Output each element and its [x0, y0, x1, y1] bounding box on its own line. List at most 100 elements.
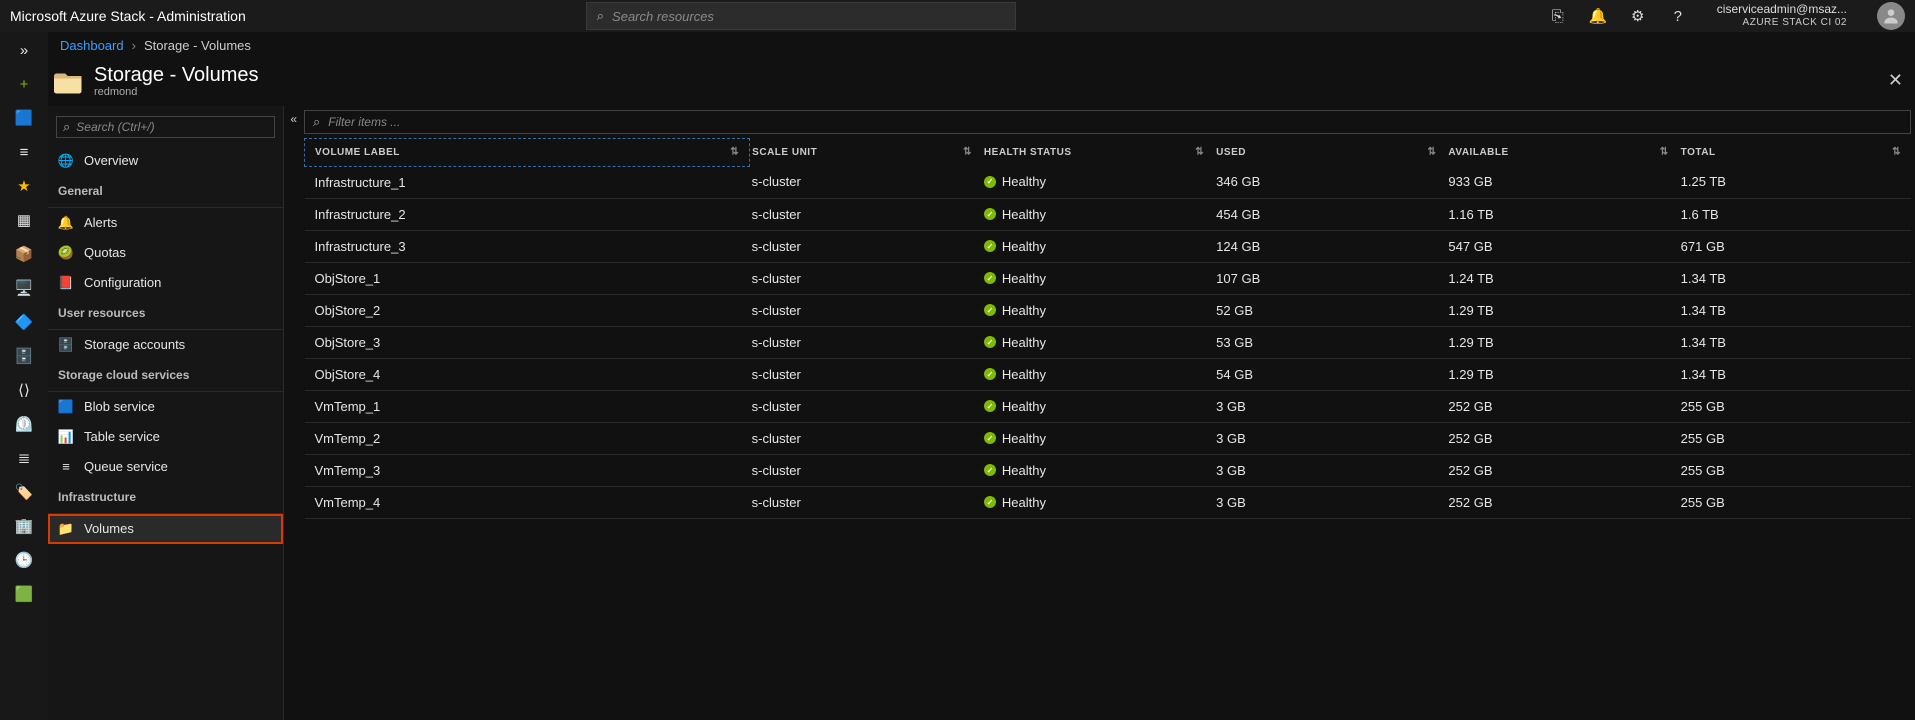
- nav-item-quotas[interactable]: 🥝Quotas: [48, 238, 283, 268]
- cell-scale-unit: s-cluster: [750, 326, 982, 358]
- cell-used: 52 GB: [1214, 294, 1446, 326]
- rail-icon-2[interactable]: 🟦: [12, 106, 36, 130]
- table-row[interactable]: VmTemp_2s-cluster✓Healthy3 GB252 GB255 G…: [305, 422, 1912, 454]
- table-row[interactable]: ObjStore_3s-cluster✓Healthy53 GB1.29 TB1…: [305, 326, 1912, 358]
- search-icon: ⌕: [63, 119, 70, 135]
- nav-item-icon: ≡: [58, 459, 74, 475]
- help-icon[interactable]: ?: [1669, 7, 1687, 25]
- nav-item-label: Table service: [84, 429, 160, 444]
- close-icon[interactable]: ✕: [1888, 70, 1903, 91]
- table-row[interactable]: Infrastructure_1s-cluster✓Healthy346 GB9…: [305, 166, 1912, 198]
- cell-total: 1.6 TB: [1679, 198, 1911, 230]
- table-row[interactable]: VmTemp_1s-cluster✓Healthy3 GB252 GB255 G…: [305, 390, 1912, 422]
- rail-icon-3[interactable]: ≡: [12, 140, 36, 164]
- nav-item-configuration[interactable]: 📕Configuration: [48, 268, 283, 298]
- healthy-icon: ✓: [984, 272, 996, 284]
- table-row[interactable]: VmTemp_3s-cluster✓Healthy3 GB252 GB255 G…: [305, 454, 1912, 486]
- account-info[interactable]: ciserviceadmin@msaz... AZURE STACK CI 02: [1717, 2, 1847, 30]
- global-search[interactable]: ⌕ Search resources: [586, 2, 1016, 30]
- sort-icon: ⇅: [1892, 147, 1901, 158]
- cell-available: 1.29 TB: [1446, 326, 1678, 358]
- col-used[interactable]: USED⇅: [1214, 138, 1446, 166]
- table-row[interactable]: ObjStore_2s-cluster✓Healthy52 GB1.29 TB1…: [305, 294, 1912, 326]
- col-total[interactable]: TOTAL⇅: [1679, 138, 1911, 166]
- blade-header: Storage - Volumes redmond ✕: [48, 60, 1915, 106]
- rail-icon-6[interactable]: 📦: [12, 242, 36, 266]
- table-row[interactable]: ObjStore_4s-cluster✓Healthy54 GB1.29 TB1…: [305, 358, 1912, 390]
- icon-rail: » + 🟦 ≡ ★ ▦ 📦 🖥️ 🔷 🗄️ ⟨⟩ ⏲️ ≣ 🏷️ 🏢 🕒 🟩: [0, 32, 48, 720]
- cell-scale-unit: s-cluster: [750, 422, 982, 454]
- nav-overview-label: Overview: [84, 153, 138, 168]
- nav-item-label: Blob service: [84, 399, 155, 414]
- cell-total: 1.34 TB: [1679, 262, 1911, 294]
- rail-icon-11[interactable]: ⏲️: [12, 412, 36, 436]
- nav-item-icon: 🔔: [58, 215, 74, 231]
- healthy-icon: ✓: [984, 176, 996, 188]
- cell-health: ✓Healthy: [982, 198, 1214, 230]
- cell-total: 671 GB: [1679, 230, 1911, 262]
- rail-icon-1[interactable]: +: [12, 72, 36, 96]
- cell-available: 252 GB: [1446, 390, 1678, 422]
- rail-icon-15[interactable]: 🕒: [12, 548, 36, 572]
- cell-available: 252 GB: [1446, 422, 1678, 454]
- nav-item-volumes[interactable]: 📁Volumes: [48, 514, 283, 544]
- blade-subtitle: redmond: [94, 86, 259, 98]
- cell-volume-label: Infrastructure_3: [305, 230, 750, 262]
- rail-icon-12[interactable]: ≣: [12, 446, 36, 470]
- cell-health: ✓Healthy: [982, 486, 1214, 518]
- account-email: ciserviceadmin@msaz...: [1717, 2, 1847, 16]
- avatar[interactable]: [1877, 2, 1905, 30]
- nav-item-storage-accounts[interactable]: 🗄️Storage accounts: [48, 330, 283, 360]
- filter-input[interactable]: ⌕ Filter items ...: [304, 110, 1911, 134]
- sort-icon: ⇅: [963, 147, 972, 158]
- cell-health: ✓Healthy: [982, 230, 1214, 262]
- rail-icon-10[interactable]: ⟨⟩: [12, 378, 36, 402]
- nav-item-blob-service[interactable]: 🟦Blob service: [48, 392, 283, 422]
- main: Dashboard › Storage - Volumes Storage - …: [48, 32, 1915, 720]
- settings-icon[interactable]: ⚙: [1629, 7, 1647, 25]
- nav-item-alerts[interactable]: 🔔Alerts: [48, 208, 283, 238]
- table-row[interactable]: ObjStore_1s-cluster✓Healthy107 GB1.24 TB…: [305, 262, 1912, 294]
- col-volume-label[interactable]: VOLUME LABEL⇅: [305, 138, 750, 166]
- collapse-nav-icon[interactable]: «: [290, 112, 297, 126]
- breadcrumb-sep-icon: ›: [132, 38, 136, 53]
- table-row[interactable]: VmTemp_4s-cluster✓Healthy3 GB252 GB255 G…: [305, 486, 1912, 518]
- rail-icon-7[interactable]: 🖥️: [12, 276, 36, 300]
- cell-volume-label: VmTemp_4: [305, 486, 750, 518]
- cell-volume-label: VmTemp_3: [305, 454, 750, 486]
- rail-icon-13[interactable]: 🏷️: [12, 480, 36, 504]
- search-icon: ⌕: [313, 114, 320, 130]
- rail-icon-8[interactable]: 🔷: [12, 310, 36, 334]
- cell-total: 255 GB: [1679, 390, 1911, 422]
- cell-scale-unit: s-cluster: [750, 390, 982, 422]
- rail-icon-4[interactable]: ★: [12, 174, 36, 198]
- cell-used: 107 GB: [1214, 262, 1446, 294]
- breadcrumb-root[interactable]: Dashboard: [60, 38, 124, 53]
- cell-volume-label: ObjStore_2: [305, 294, 750, 326]
- notifications-icon[interactable]: 🔔: [1589, 7, 1607, 25]
- cell-total: 255 GB: [1679, 422, 1911, 454]
- rail-icon-16[interactable]: 🟩: [12, 582, 36, 606]
- nav-item-queue-service[interactable]: ≡Queue service: [48, 452, 283, 482]
- cell-total: 1.34 TB: [1679, 294, 1911, 326]
- cell-volume-label: VmTemp_1: [305, 390, 750, 422]
- rail-icon-9[interactable]: 🗄️: [12, 344, 36, 368]
- rail-icon-14[interactable]: 🏢: [12, 514, 36, 538]
- nav-overview[interactable]: 🌐 Overview: [48, 146, 283, 176]
- feedback-icon[interactable]: ⎘: [1549, 7, 1567, 25]
- rail-icon-0[interactable]: »: [12, 38, 36, 62]
- col-health-status[interactable]: HEALTH STATUS⇅: [982, 138, 1214, 166]
- rail-icon-5[interactable]: ▦: [12, 208, 36, 232]
- table-row[interactable]: Infrastructure_2s-cluster✓Healthy454 GB1…: [305, 198, 1912, 230]
- healthy-icon: ✓: [984, 464, 996, 476]
- table-row[interactable]: Infrastructure_3s-cluster✓Healthy124 GB5…: [305, 230, 1912, 262]
- col-available[interactable]: AVAILABLE⇅: [1446, 138, 1678, 166]
- nav-group-header: User resources: [48, 298, 283, 330]
- nav-search[interactable]: ⌕ Search (Ctrl+/): [56, 116, 275, 138]
- nav-item-table-service[interactable]: 📊Table service: [48, 422, 283, 452]
- col-scale-unit[interactable]: SCALE UNIT⇅: [750, 138, 982, 166]
- folder-icon: [54, 67, 84, 95]
- content: ⌕ Filter items ... VOLUME LABEL⇅SCALE UN…: [284, 106, 1915, 720]
- cell-health: ✓Healthy: [982, 166, 1214, 198]
- healthy-icon: ✓: [984, 304, 996, 316]
